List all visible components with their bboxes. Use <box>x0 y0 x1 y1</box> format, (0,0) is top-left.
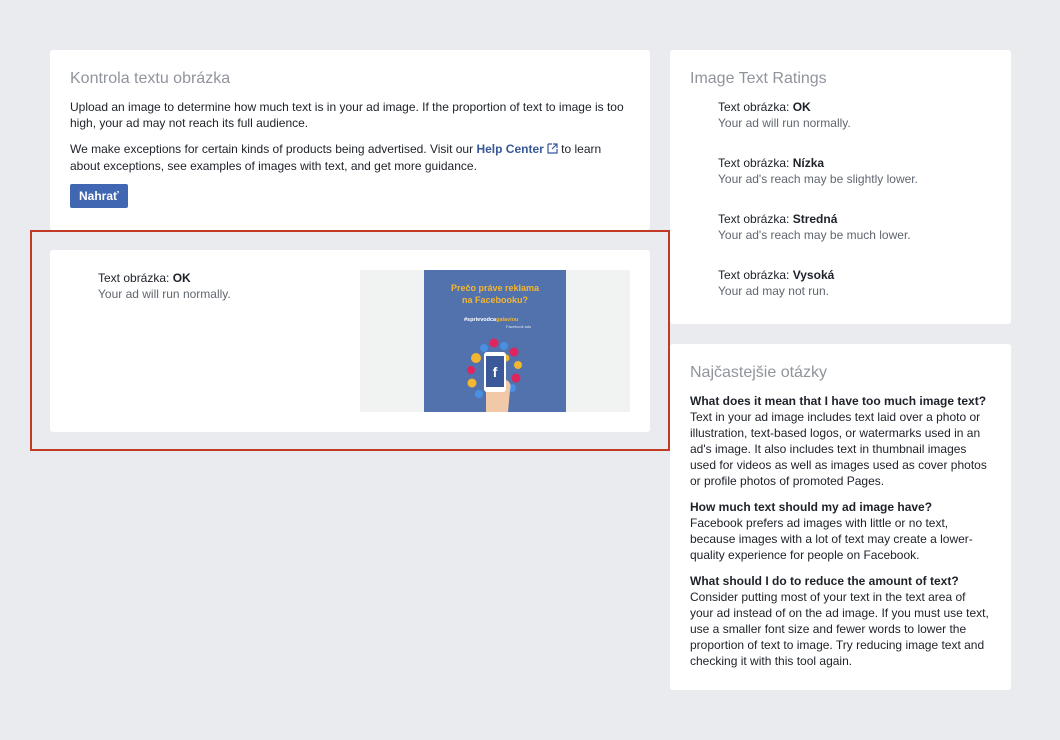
faq-card: Najčastejšie otázky What does it mean th… <box>670 344 1011 690</box>
faq-answer: Facebook prefers ad images with little o… <box>690 516 973 562</box>
result-rating: OK <box>172 271 191 285</box>
faq-question: What does it mean that I have too much i… <box>690 394 987 408</box>
upload-card: Kontrola textu obrázka Upload an image t… <box>50 50 650 230</box>
rating-description: Your ad's reach may be slightly lower. <box>718 172 918 186</box>
ratings-card-title: Image Text Ratings <box>690 70 827 87</box>
upload-intro: Upload an image to determine how much te… <box>70 100 624 130</box>
ad-image-preview: Prečo práve reklama na Facebooku? #sprie… <box>360 270 630 412</box>
ratings-card: Image Text Ratings Text obrázka: OK Your… <box>670 50 1011 324</box>
rating-description: Your ad's reach may be much lower. <box>718 228 911 242</box>
faq-question: What should I do to reduce the amount of… <box>690 574 959 588</box>
result-label: Text obrázka: <box>98 271 173 285</box>
rating-item-low: Text obrázka: Nízka Your ad's reach may … <box>718 155 991 187</box>
rating-level: Vysoká <box>792 268 835 282</box>
result-message: Your ad will run normally. <box>98 287 231 301</box>
rating-description: Your ad will run normally. <box>718 116 851 130</box>
faq-answer: Text in your ad image includes text laid… <box>690 410 987 488</box>
rating-label: Text obrázka: <box>718 268 793 282</box>
rating-line: Text obrázka: OK <box>718 99 991 115</box>
faq-item: What should I do to reduce the amount of… <box>690 573 991 669</box>
rating-level: OK <box>792 100 811 114</box>
exceptions-before: We make exceptions for certain kinds of … <box>70 142 474 156</box>
faq-item: What does it mean that I have too much i… <box>690 393 991 489</box>
upload-button[interactable]: Nahrať <box>70 184 128 208</box>
phone-illustration-icon: f <box>467 338 522 412</box>
ad-image: Prečo práve reklama na Facebooku? #sprie… <box>424 270 566 412</box>
rating-item-ok: Text obrázka: OK Your ad will run normal… <box>718 99 991 131</box>
rating-line: Text obrázka: Vysoká <box>718 267 991 283</box>
rating-level: Stredná <box>792 212 838 226</box>
faq-item: How much text should my ad image have? F… <box>690 499 991 563</box>
help-center-link[interactable]: Help Center <box>476 142 543 156</box>
rating-description: Your ad may not run. <box>718 284 829 298</box>
rating-item-medium: Text obrázka: Stredná Your ad's reach ma… <box>718 211 991 243</box>
result-card: Text obrázka: OK Your ad will run normal… <box>50 250 650 432</box>
rating-label: Text obrázka: <box>718 100 793 114</box>
svg-text:f: f <box>493 364 498 380</box>
rating-item-high: Text obrázka: Vysoká Your ad may not run… <box>718 267 991 299</box>
faq-question: How much text should my ad image have? <box>690 500 933 514</box>
result-rating-line: Text obrázka: OK <box>98 270 231 286</box>
faq-answer: Consider putting most of your text in th… <box>690 590 989 668</box>
rating-label: Text obrázka: <box>718 212 793 226</box>
rating-line: Text obrázka: Nízka <box>718 155 991 171</box>
rating-line: Text obrázka: Stredná <box>718 211 991 227</box>
external-link-icon[interactable] <box>547 142 558 158</box>
rating-level: Nízka <box>792 156 825 170</box>
upload-card-title: Kontrola textu obrázka <box>70 70 231 87</box>
result-text: Text obrázka: OK Your ad will run normal… <box>98 270 231 302</box>
exceptions-text: We make exceptions for certain kinds of … <box>70 141 630 174</box>
faq-card-title: Najčastejšie otázky <box>690 364 827 381</box>
rating-label: Text obrázka: <box>718 156 793 170</box>
